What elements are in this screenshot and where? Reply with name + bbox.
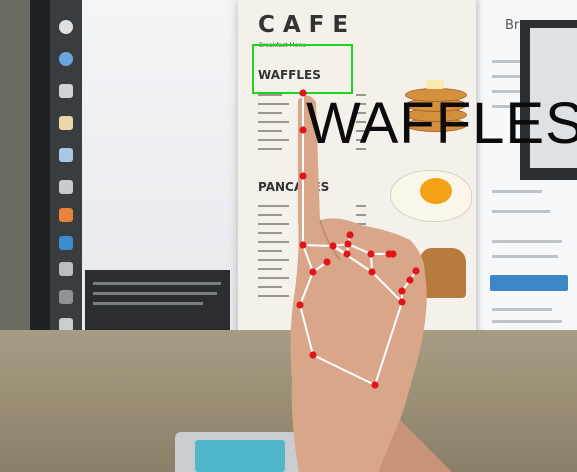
skeleton-bone xyxy=(371,271,403,303)
skeleton-joint xyxy=(412,267,420,275)
skeleton-joint xyxy=(371,381,379,389)
skeleton-joint xyxy=(398,287,406,295)
hand-skeleton xyxy=(296,89,420,389)
skeleton-bone xyxy=(302,244,314,273)
skeleton-joint xyxy=(309,268,317,276)
skeleton-joint xyxy=(346,231,354,239)
skeleton-joint xyxy=(368,268,376,276)
skeleton-bone xyxy=(347,243,372,255)
skeleton-joint xyxy=(398,298,406,306)
skeleton-bone xyxy=(312,354,376,386)
skeleton-bone xyxy=(299,271,314,306)
camera-scene: Br CAFE Breakfast Menu WAFFLES PANCAKES … xyxy=(0,0,577,472)
skeleton-joint xyxy=(389,250,397,258)
skeleton-joint xyxy=(343,250,351,258)
skeleton-bone xyxy=(302,244,334,247)
skeleton-joint xyxy=(323,258,331,266)
skeleton-joint xyxy=(296,301,304,309)
skeleton-bone xyxy=(299,304,314,356)
skeleton-joint xyxy=(367,250,375,258)
skeleton-bone xyxy=(374,301,403,386)
skeleton-joint xyxy=(299,126,307,134)
skeleton-joint xyxy=(309,351,317,359)
skeleton-joint xyxy=(299,241,307,249)
skeleton-joint xyxy=(329,242,337,250)
skeleton-joint xyxy=(299,89,307,97)
skeleton-joint xyxy=(344,240,352,248)
skeleton-joint xyxy=(406,276,414,284)
skeleton-joint xyxy=(299,172,307,180)
